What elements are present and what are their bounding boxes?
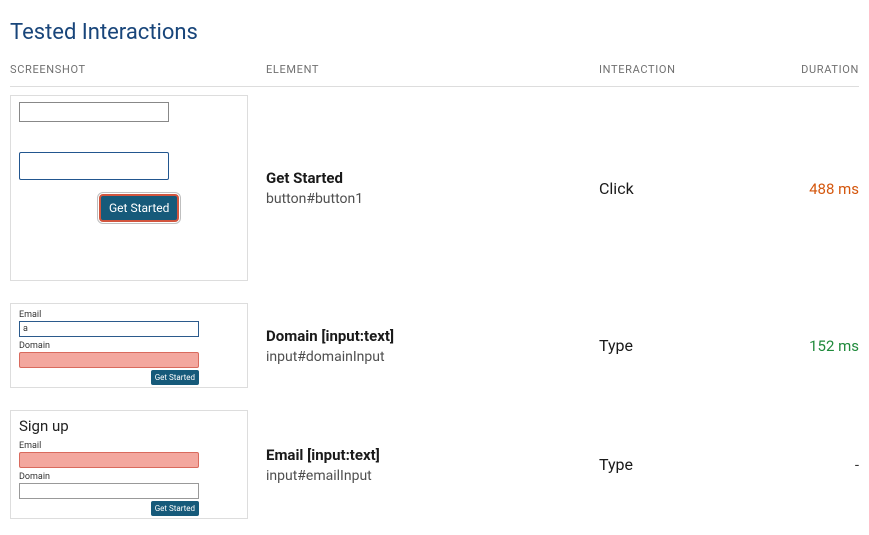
- interaction-type: Type: [599, 455, 633, 474]
- col-header-screenshot: SCREENSHOT: [10, 63, 260, 76]
- mini-get-started-button: Get Started: [99, 194, 179, 222]
- mini-domain-label: Domain: [19, 341, 239, 351]
- col-header-duration: DURATION: [769, 63, 859, 76]
- element-name: Get Started: [266, 169, 599, 187]
- element-name: Domain [input:text]: [266, 327, 599, 345]
- element-selector: input#emailInput: [266, 468, 599, 484]
- screenshot-thumbnail[interactable]: Get Started: [10, 95, 248, 281]
- mini-email-label: Email: [19, 310, 239, 320]
- element-selector: input#domainInput: [266, 349, 599, 365]
- screenshot-thumbnail[interactable]: Sign up Email Domain Get Started: [10, 410, 248, 519]
- element-selector: button#button1: [266, 191, 599, 207]
- mini-get-started-button: Get Started: [151, 370, 199, 385]
- mini-heading: Sign up: [19, 417, 239, 435]
- element-name: Email [input:text]: [266, 446, 599, 464]
- table-row: Email a Domain Get Started Domain [input…: [10, 295, 859, 394]
- table-row: Sign up Email Domain Get Started Email […: [10, 402, 859, 525]
- mini-domain-label: Domain: [19, 472, 239, 482]
- duration-value: -: [855, 456, 859, 474]
- mini-email-input-highlight: [19, 452, 199, 468]
- screenshot-thumbnail[interactable]: Email a Domain Get Started: [10, 303, 248, 388]
- table-row: Get Started Get Started button#button1 C…: [10, 87, 859, 287]
- mini-domain-input: [19, 483, 199, 499]
- page-title: Tested Interactions: [10, 20, 859, 45]
- col-header-element: ELEMENT: [260, 63, 599, 76]
- mini-input-focused: [19, 152, 169, 180]
- interaction-type: Click: [599, 179, 634, 198]
- mini-get-started-button: Get Started: [151, 501, 199, 516]
- mini-email-input: a: [19, 321, 199, 337]
- mini-email-label: Email: [19, 441, 239, 451]
- mini-input-plain: [19, 102, 169, 122]
- duration-value: 488 ms: [809, 180, 859, 198]
- mini-domain-input-highlight: [19, 352, 199, 368]
- interaction-type: Type: [599, 336, 633, 355]
- duration-value: 152 ms: [809, 337, 859, 355]
- interactions-table: SCREENSHOT ELEMENT INTERACTION DURATION …: [10, 57, 859, 525]
- col-header-interaction: INTERACTION: [599, 63, 769, 76]
- table-header-row: SCREENSHOT ELEMENT INTERACTION DURATION: [10, 57, 859, 87]
